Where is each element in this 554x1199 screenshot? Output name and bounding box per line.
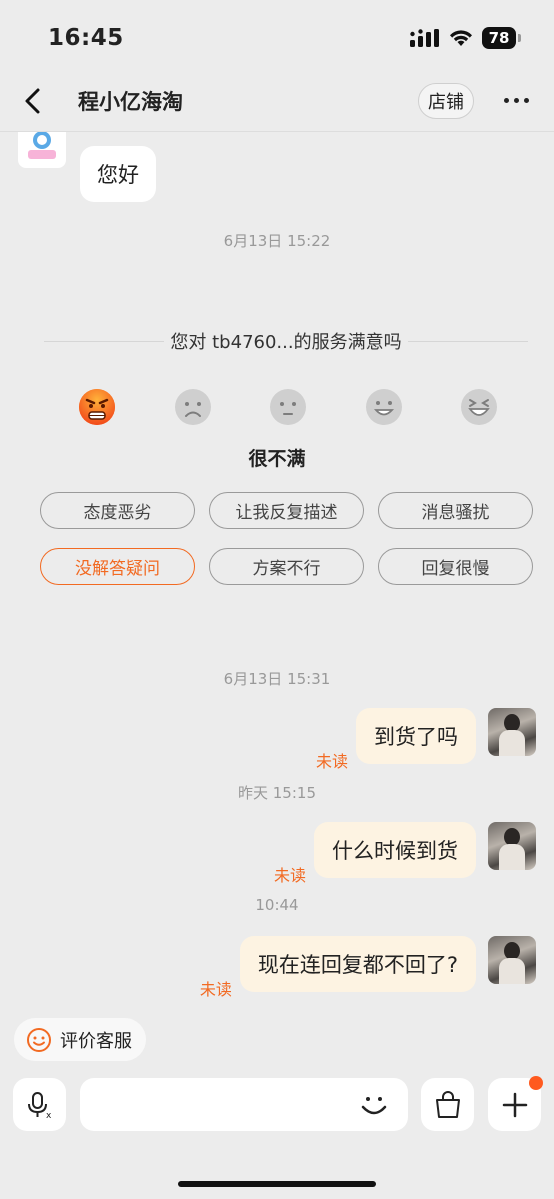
unread-status: 未读 — [315, 752, 348, 771]
message-input-bar: x — [0, 1076, 554, 1132]
chat-header: 程小亿海淘 店铺 — [0, 70, 554, 132]
feedback-tag-selected[interactable]: 没解答疑问 — [40, 548, 195, 585]
chat-area[interactable]: tb4760015844 您好 6月13日 15:22 您对 tb4760...… — [0, 132, 554, 1007]
status-bar: 16:45 78 — [0, 0, 554, 70]
angry-face-icon[interactable] — [78, 388, 116, 426]
battery-indicator: 78 — [482, 27, 521, 49]
feedback-tags: 态度恶劣 让我反复描述 消息骚扰 没解答疑问 方案不行 回复很慢 — [40, 492, 533, 585]
microphone-icon: x — [27, 1091, 52, 1120]
feedback-tag[interactable]: 消息骚扰 — [378, 492, 533, 529]
more-dot-icon — [514, 98, 519, 103]
more-options-button[interactable] — [504, 98, 532, 103]
back-button[interactable] — [22, 81, 62, 121]
feedback-tag[interactable]: 回复很慢 — [378, 548, 533, 585]
more-dot-icon — [504, 98, 509, 103]
outgoing-message-bubble[interactable]: 什么时候到货 — [314, 822, 476, 878]
evaluate-service-label: 评价客服 — [60, 1030, 132, 1052]
chevron-left-icon — [25, 88, 40, 113]
message-timestamp: 6月13日 15:22 — [223, 232, 331, 250]
selected-rating-label: 很不满 — [248, 448, 306, 470]
frown-face-icon[interactable] — [174, 388, 212, 426]
outgoing-message-bubble[interactable]: 现在连回复都不回了? — [239, 936, 476, 992]
status-time: 16:45 — [48, 25, 124, 51]
smile-face-icon[interactable] — [365, 388, 403, 426]
outgoing-message-bubble[interactable]: 到货了吗 — [356, 708, 476, 764]
outgoing-message-row: 未读 现在连回复都不回了? — [200, 936, 536, 999]
satisfaction-survey-header: 您对 tb4760...的服务满意吗 — [44, 328, 528, 354]
shop-logo-icon — [28, 132, 56, 159]
svg-text:x: x — [46, 1111, 52, 1120]
chat-title: 程小亿海淘 — [78, 89, 183, 114]
signal-icon — [410, 29, 439, 47]
divider — [407, 340, 528, 342]
user-avatar[interactable] — [488, 822, 536, 870]
divider — [44, 340, 165, 342]
more-dot-icon — [524, 98, 529, 103]
wifi-icon — [450, 30, 472, 46]
incoming-message-bubble[interactable]: 您好 — [80, 146, 156, 202]
outgoing-message-row: 未读 到货了吗 — [316, 708, 536, 771]
unread-status: 未读 — [273, 866, 306, 885]
feedback-tag[interactable]: 方案不行 — [209, 548, 364, 585]
feedback-tag[interactable]: 让我反复描述 — [209, 492, 364, 529]
status-icons: 78 — [410, 27, 521, 49]
smile-icon — [27, 1027, 51, 1052]
feedback-tag[interactable]: 态度恶劣 — [40, 492, 195, 529]
rating-faces — [78, 388, 498, 426]
shopping-bag-icon — [435, 1090, 460, 1118]
user-avatar[interactable] — [488, 936, 536, 984]
neutral-face-icon[interactable] — [269, 388, 307, 426]
shop-button[interactable]: 店铺 — [418, 82, 474, 119]
user-avatar[interactable] — [488, 708, 536, 756]
laugh-face-icon[interactable] — [460, 388, 498, 426]
survey-title: 您对 tb4760...的服务满意吗 — [170, 332, 402, 353]
message-timestamp: 昨天 15:15 — [238, 784, 316, 802]
voice-input-button[interactable]: x — [13, 1078, 66, 1131]
shop-avatar[interactable] — [18, 132, 66, 168]
emoji-icon[interactable] — [356, 1088, 392, 1124]
home-indicator — [178, 1181, 376, 1187]
plus-icon — [502, 1092, 527, 1117]
more-actions-button[interactable] — [488, 1076, 543, 1131]
unread-status: 未读 — [199, 980, 232, 999]
products-button[interactable] — [421, 1078, 474, 1131]
message-timestamp: 10:44 — [255, 896, 299, 914]
sender-name: tb4760015844 — [84, 132, 195, 136]
notification-dot — [529, 1076, 543, 1090]
evaluate-service-button[interactable]: 评价客服 — [14, 1018, 146, 1061]
message-timestamp: 6月13日 15:31 — [223, 670, 331, 688]
outgoing-message-row: 未读 什么时候到货 — [274, 822, 536, 885]
